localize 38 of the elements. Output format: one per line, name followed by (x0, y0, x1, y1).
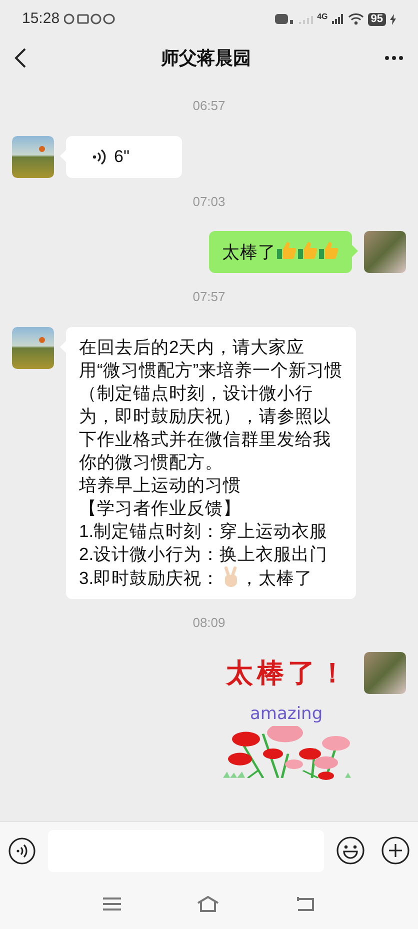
signal-icon (332, 14, 344, 24)
plus-icon[interactable] (381, 836, 410, 865)
message-text: 在回去后的2天内，请大家应用“微习惯配方”来培养一个新习惯（制定锚点时刻，设计微小行为，即时鼓励庆祝），请参照以下作业格式并在微信群里发给我你的微习惯配方。 (79, 336, 343, 474)
message-time: 07:57 (192, 288, 226, 306)
message-time: 07:03 (192, 192, 226, 210)
signal-icon (299, 14, 314, 24)
sticker-caption: amazing (250, 703, 323, 726)
avatar-photo (364, 231, 406, 273)
sticker-caption: 太棒了！ (226, 657, 350, 691)
menu-icon[interactable] (103, 897, 121, 911)
message-time: 06:57 (192, 97, 226, 115)
chat-title: 师父蒋晨园 (161, 46, 251, 70)
message-text: 【学习者作业反馈】 (79, 496, 242, 520)
emoji-icon[interactable] (336, 836, 365, 865)
message-text: 3.即时鼓励庆祝： (79, 568, 220, 588)
network-type: 4G (317, 10, 328, 22)
more-icon[interactable] (384, 55, 404, 61)
voice-input-icon[interactable] (8, 836, 36, 864)
landscape-avatar (12, 326, 54, 368)
battery-level: 95 (368, 12, 386, 26)
message-time: 08:09 (192, 614, 226, 632)
hd-voice-icon (275, 13, 296, 25)
message-text: 1.制定锚点时刻：穿上运动衣服 (79, 520, 329, 542)
home-icon[interactable] (197, 896, 219, 912)
message-text: ，太棒了 (240, 568, 313, 588)
message-text: 太棒了 (222, 242, 276, 262)
charging-icon (390, 14, 396, 24)
thumbs-up-icon (276, 240, 297, 261)
thumbs-up-icon (318, 240, 339, 261)
message-text: 培养早上运动的习惯 (79, 474, 242, 496)
voice-icon (92, 148, 106, 166)
avatar-photo (364, 652, 406, 694)
status-time: 15:28 (22, 8, 60, 29)
back-icon[interactable] (14, 47, 28, 69)
landscape-avatar (12, 136, 54, 178)
message-text: 2.设计微小行为：换上衣服出门 (79, 542, 329, 566)
wifi-icon (348, 13, 364, 25)
thumbs-up-icon (297, 240, 318, 261)
